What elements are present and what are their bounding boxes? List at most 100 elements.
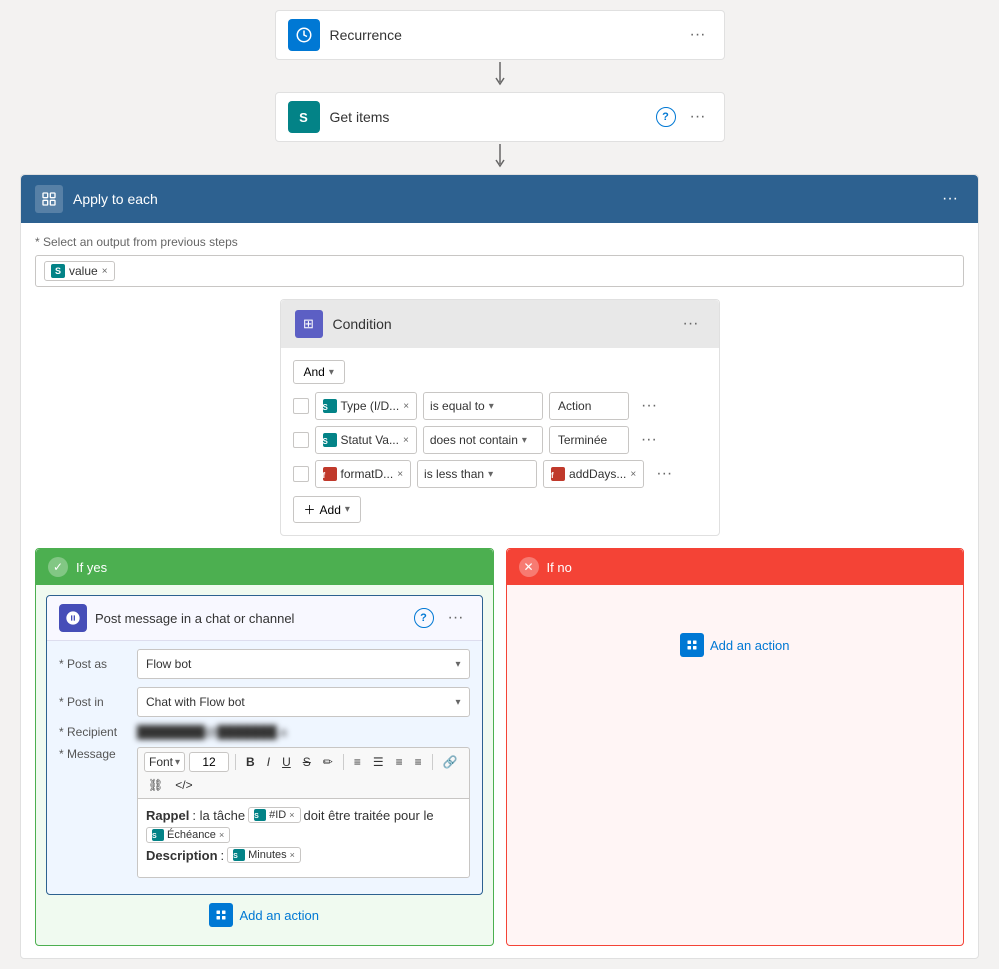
msg-token-id[interactable]: S #ID × <box>248 807 300 823</box>
recipient-value: ████████@███████.a <box>137 725 287 739</box>
msg-colon-desc: : <box>221 848 225 863</box>
cond-token-2-label: Statut Va... <box>341 433 399 447</box>
list-btn-4[interactable]: ≡ <box>411 753 426 771</box>
cond-token-3-right-close[interactable]: × <box>630 469 636 480</box>
condition-menu-btn[interactable]: ··· <box>677 313 705 335</box>
branch-no-header: ✕ If no <box>507 549 964 585</box>
cond-value-1[interactable]: Action <box>549 392 629 420</box>
message-row: * Message Font ▾ <box>59 747 470 878</box>
cond-value-2-text: Terminée <box>558 433 607 447</box>
get-items-icon: S <box>288 101 320 133</box>
cond-token-3[interactable]: f formatD... × <box>315 460 412 488</box>
cond-token-3-label: formatD... <box>341 467 394 481</box>
msg-rappel: Rappel <box>146 808 189 823</box>
cond-row-3-menu[interactable]: ··· <box>650 463 678 485</box>
cond-checkbox-1[interactable] <box>293 398 309 414</box>
recurrence-actions: ··· <box>684 24 712 46</box>
cond-value-1-text: Action <box>558 399 591 413</box>
cond-operator-1[interactable]: is equal to ▾ <box>423 392 543 420</box>
cond-token-3-close[interactable]: × <box>397 469 403 480</box>
msg-token-id-close[interactable]: × <box>289 810 294 820</box>
recurrence-title: Recurrence <box>330 27 684 43</box>
underline-btn[interactable]: U <box>278 753 295 771</box>
recurrence-node[interactable]: Recurrence ··· <box>275 10 725 60</box>
post-in-select[interactable]: Chat with Flow bot ▾ <box>137 687 470 717</box>
list-btn-1[interactable]: ≡ <box>350 753 365 771</box>
cond-checkbox-3[interactable] <box>293 466 309 482</box>
code-btn[interactable]: </> <box>171 776 196 794</box>
condition-body: And ▾ S Type (I/D... × <box>281 348 719 535</box>
cond-token-2-close[interactable]: × <box>403 435 409 446</box>
get-items-actions: ? ··· <box>656 106 712 128</box>
add-plus: ＋ <box>304 501 316 518</box>
list-btn-2[interactable]: ☰ <box>369 753 388 771</box>
branch-no-body: Add an action <box>507 585 964 675</box>
and-chevron: ▾ <box>329 367 334 378</box>
cond-token-1-icon: S <box>323 399 337 413</box>
get-items-node[interactable]: S Get items ? ··· <box>275 92 725 142</box>
post-as-value: Flow bot <box>146 657 191 671</box>
cond-token-1-close[interactable]: × <box>403 401 409 412</box>
cond-row-2-menu[interactable]: ··· <box>635 429 663 451</box>
post-in-label: * Post in <box>59 695 129 709</box>
cond-operator-3[interactable]: is less than ▾ <box>417 460 537 488</box>
arrow-2 <box>20 142 979 174</box>
font-select[interactable]: Font ▾ <box>144 752 185 772</box>
post-msg-header: Post message in a chat or channel ? ··· <box>47 596 482 641</box>
msg-line-2: S Échéance × <box>146 827 461 843</box>
get-items-menu-btn[interactable]: ··· <box>684 106 712 128</box>
post-msg-help-icon[interactable]: ? <box>414 608 434 628</box>
cond-value-2[interactable]: Terminée <box>549 426 629 454</box>
italic-btn[interactable]: I <box>263 753 274 771</box>
bold-btn[interactable]: B <box>242 753 259 771</box>
post-in-value: Chat with Flow bot <box>146 695 245 709</box>
get-items-title: Get items <box>330 109 656 125</box>
msg-doit: doit être traitée pour le <box>304 808 434 823</box>
post-as-select[interactable]: Flow bot ▾ <box>137 649 470 679</box>
font-chevron: ▾ <box>175 757 180 768</box>
cond-operator-2[interactable]: does not contain ▾ <box>423 426 543 454</box>
cond-token-3-right[interactable]: f addDays... × <box>543 460 644 488</box>
and-button[interactable]: And ▾ <box>293 360 345 384</box>
link-btn[interactable]: 🔗 <box>439 753 462 771</box>
add-action-yes-btn[interactable]: Add an action <box>46 895 483 935</box>
cond-token-1[interactable]: S Type (I/D... × <box>315 392 418 420</box>
post-msg-menu-btn[interactable]: ··· <box>442 607 470 629</box>
value-token-label: value <box>69 264 98 278</box>
get-items-help-icon[interactable]: ? <box>656 107 676 127</box>
add-condition-btn[interactable]: ＋ Add ▾ <box>293 496 361 523</box>
cond-token-2[interactable]: S Statut Va... × <box>315 426 417 454</box>
link-btn-2[interactable]: ⛓ <box>144 776 167 794</box>
condition-header: ⊞ Condition ··· <box>281 300 719 348</box>
msg-token-echeance[interactable]: S Échéance × <box>146 827 230 843</box>
recipient-label: * Recipient <box>59 725 129 739</box>
msg-token-minutes-icon: S <box>233 849 245 861</box>
cond-token-1-label: Type (I/D... <box>341 399 400 413</box>
list-btn-3[interactable]: ≡ <box>392 753 407 771</box>
msg-token-id-label: #ID <box>269 809 286 821</box>
msg-token-minutes-label: Minutes <box>248 849 287 861</box>
recurrence-menu-btn[interactable]: ··· <box>684 24 712 46</box>
msg-description: Description <box>146 848 218 863</box>
post-msg-title: Post message in a chat or channel <box>95 611 414 626</box>
font-size-input[interactable] <box>189 752 229 772</box>
apply-each-menu-btn[interactable]: ··· <box>936 188 964 210</box>
post-as-row: * Post as Flow bot ▾ <box>59 649 470 679</box>
pen-btn[interactable]: ✏ <box>319 753 337 771</box>
value-token[interactable]: S value × <box>44 261 115 281</box>
recurrence-icon <box>288 19 320 51</box>
toolbar-sep-3 <box>432 754 433 770</box>
strike-btn[interactable]: S <box>299 753 315 771</box>
value-token-close[interactable]: × <box>102 266 108 277</box>
apply-each-title: Apply to each <box>73 191 936 207</box>
cond-checkbox-2[interactable] <box>293 432 309 448</box>
cond-row-1-menu[interactable]: ··· <box>635 395 663 417</box>
token-input[interactable]: S value × <box>35 255 964 287</box>
add-action-no-btn[interactable]: Add an action <box>517 625 954 665</box>
condition-row-3: f formatD... × is less than ▾ <box>293 460 707 488</box>
msg-token-minutes-close[interactable]: × <box>290 850 295 860</box>
msg-token-echeance-close[interactable]: × <box>219 830 224 840</box>
msg-editor-body[interactable]: Rappel : la tâche S #ID <box>137 798 470 878</box>
post-as-chevron: ▾ <box>455 659 460 670</box>
branch-no-title: If no <box>547 560 572 575</box>
